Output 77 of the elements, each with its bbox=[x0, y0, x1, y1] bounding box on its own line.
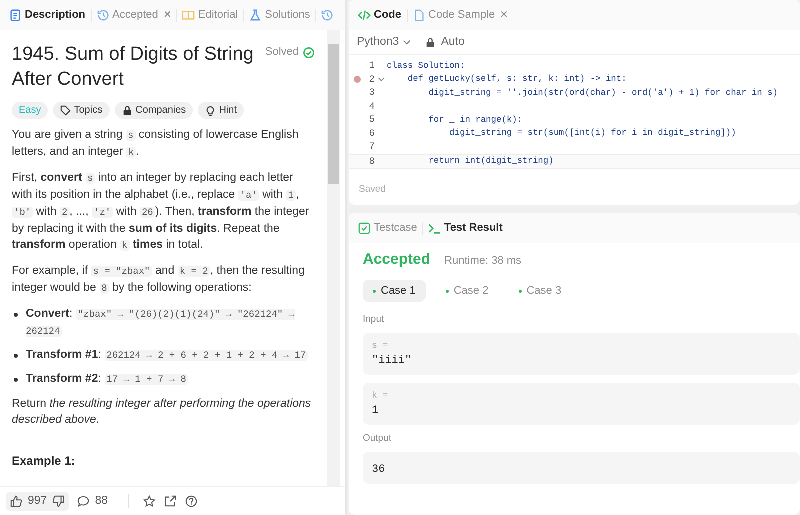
code-line: def getLucky(self, s: str, k: int) -> int: bbox=[406, 74, 627, 84]
input-label: Input bbox=[363, 314, 386, 325]
panel-tab[interactable]: Code bbox=[353, 8, 408, 22]
comment-count: 88 bbox=[95, 495, 108, 507]
panel-tab[interactable]: Code Sample ✕ bbox=[408, 8, 514, 22]
file-icon bbox=[412, 8, 426, 22]
case-tab[interactable]: Case 1 bbox=[363, 280, 426, 302]
panel-tab[interactable]: Accepted ✕ bbox=[92, 8, 178, 22]
description-paragraph: First, convert s into an integer by replacing each letter with its position in the alphabet (i.e., replace 'a' with 1 , 'b' with 2 , ..., 'z' with 26 ). Then, transform the integer by replacing it with the sum of its digits. Repeat the transform operation k times in total. bbox=[12, 171, 310, 253]
chevron-down-icon bbox=[403, 40, 412, 44]
line-number: 5 bbox=[368, 114, 375, 126]
operation-step: Transform #1: 262124 → 2 + 6 + 2 + 1 + 2 + 4 → 17 bbox=[26, 347, 308, 364]
line-number: 7 bbox=[368, 141, 375, 152]
code-line: return int(digit_string) bbox=[428, 156, 554, 166]
status-dot-icon bbox=[373, 290, 376, 292]
case-tab[interactable]: Case 3 bbox=[508, 280, 572, 302]
tag-icon bbox=[60, 105, 72, 116]
lock-icon bbox=[425, 36, 436, 48]
fold-chevron-icon[interactable] bbox=[378, 76, 385, 82]
star-icon[interactable] bbox=[142, 494, 156, 508]
saved-status: Saved bbox=[358, 184, 387, 197]
code-line: class Solution: bbox=[387, 60, 466, 71]
like-dislike-control[interactable]: 997 bbox=[6, 492, 70, 510]
status-dot-icon bbox=[446, 290, 449, 292]
verdict-text: Accepted bbox=[363, 251, 431, 268]
thumbs-up-icon bbox=[10, 494, 23, 508]
line-number: 4 bbox=[368, 100, 375, 112]
check-circle-icon bbox=[303, 47, 315, 59]
panel-tab[interactable]: Description bbox=[4, 8, 92, 22]
example-heading: Example 1: bbox=[12, 454, 76, 469]
runtime-text: Runtime: 38 ms bbox=[444, 255, 522, 267]
language-dropdown[interactable]: Python3 bbox=[357, 36, 412, 48]
auto-mode-label: Auto bbox=[425, 36, 465, 48]
code-line: digit_string = ''.join(str(ord(char) - ord('a') + 1) for char in s) bbox=[428, 88, 778, 98]
output-label: Output bbox=[363, 433, 393, 444]
flask-icon bbox=[249, 8, 262, 22]
operation-step: Transform #2: 17 → 1 + 7 → 8 bbox=[26, 371, 188, 388]
bullet-icon bbox=[14, 313, 18, 317]
input-value-box: s = "iiii" bbox=[363, 333, 800, 375]
tag-chip[interactable]: Companies bbox=[114, 102, 194, 119]
share-icon[interactable] bbox=[164, 494, 177, 508]
input-value-box: k = 1 bbox=[363, 383, 800, 425]
line-number: 6 bbox=[368, 128, 375, 139]
problem-title: 1945. Sum of Digits of String After Convert bbox=[12, 43, 255, 92]
line-number: 1 bbox=[368, 60, 375, 72]
history-icon bbox=[96, 8, 110, 22]
book-icon bbox=[182, 8, 196, 22]
description-paragraph: You are given a string s consisting of lowercase English letters, and an integer k . bbox=[12, 128, 300, 160]
status-dot-icon bbox=[518, 290, 522, 292]
help-icon[interactable] bbox=[184, 494, 198, 508]
thumbs-down-icon bbox=[52, 494, 66, 508]
solved-status: Solved bbox=[265, 46, 299, 58]
panel-tab[interactable]: Test Result bbox=[423, 222, 508, 234]
description-paragraph: For example, if s = "zbax" and k = 2 , then the resulting integer would be 8 by the following operations: bbox=[12, 264, 306, 296]
difficulty-badge: Easy bbox=[12, 102, 48, 119]
code-line: digit_string = str(sum([int(i) for i in digit_string])) bbox=[448, 128, 736, 138]
tag-chip[interactable]: Topics bbox=[53, 102, 110, 119]
lock-icon bbox=[122, 105, 133, 116]
case-tab[interactable]: Case 2 bbox=[436, 280, 499, 302]
comment-icon[interactable] bbox=[77, 494, 90, 508]
terminal-icon bbox=[428, 222, 442, 234]
code-brackets-icon bbox=[358, 8, 371, 22]
lightbulb-icon bbox=[205, 105, 216, 116]
line-number: 8 bbox=[368, 156, 375, 167]
bullet-icon bbox=[14, 378, 18, 382]
code-line: for _ in range(k): bbox=[428, 114, 523, 125]
checkbox-icon bbox=[358, 222, 371, 234]
document-icon bbox=[9, 8, 22, 22]
scrollbar[interactable] bbox=[327, 30, 340, 486]
description-paragraph: Return the resulting integer after performing the operations described above. bbox=[12, 397, 312, 428]
line-number: 2 bbox=[368, 74, 375, 85]
tag-chip[interactable]: Hint bbox=[198, 102, 244, 119]
line-number: 3 bbox=[368, 87, 375, 98]
history-icon bbox=[321, 8, 334, 22]
output-value-box: 36 bbox=[363, 452, 800, 484]
bullet-icon bbox=[14, 354, 18, 358]
like-count: 997 bbox=[28, 495, 48, 507]
